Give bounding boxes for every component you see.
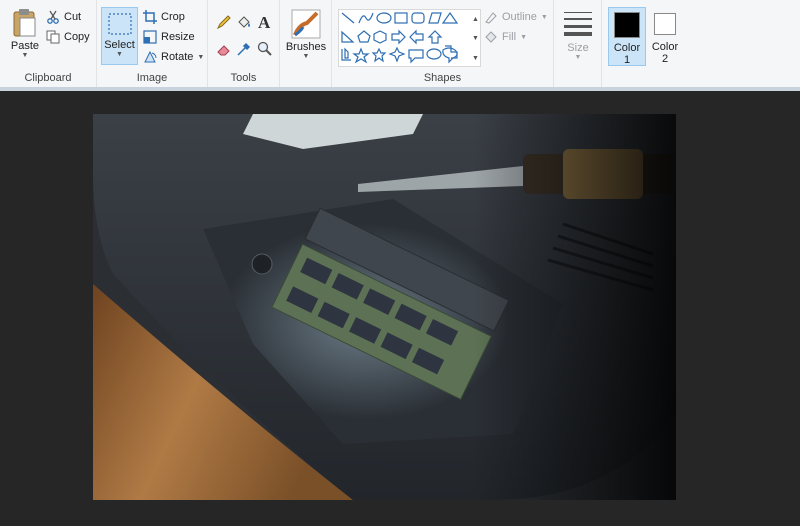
brushes-label: Brushes [285,41,327,53]
color-picker-icon[interactable] [236,41,252,57]
shapes-gallery: ▲ ▼ ▼ [338,9,481,67]
shapes-group-label: Shapes [423,72,462,84]
cut-icon [47,10,59,24]
copy-button[interactable]: Copy [46,28,90,46]
chevron-down-icon[interactable]: ▼ [541,14,548,21]
size-button[interactable]: Size ▼ [560,8,596,66]
text-icon[interactable]: A [257,13,273,31]
chevron-down-icon[interactable]: ▼ [520,34,527,41]
fill-label: Fill [502,31,517,43]
resize-icon [143,30,157,44]
tools-group: A Tools [208,0,280,87]
eraser-icon[interactable] [216,41,232,57]
tools-group-label: Tools [230,72,257,84]
crop-icon [143,10,157,24]
select-icon [107,13,132,35]
clipboard-group: Paste ▼ Cut Copy Clipboard [0,0,97,87]
ribbon-toolbar: Paste ▼ Cut Copy Clipboard Select ▼ Crop… [0,0,800,88]
image-group: Select ▼ Crop Resize Rotate ▼ Image [97,0,208,87]
svg-text:▼: ▼ [472,55,479,62]
canvas-photo [93,114,676,500]
fill-bucket-icon[interactable] [236,14,252,30]
image-group-label: Image [136,72,168,84]
color2-label: Color [651,41,679,53]
pencil-icon[interactable] [216,14,232,30]
drawing-canvas[interactable] [93,114,676,500]
chevron-down-icon[interactable]: ▼ [284,53,328,60]
ribbon-border [0,87,800,91]
clipboard-group-label: Clipboard [24,72,72,84]
select-label: Select [104,39,135,51]
color1-swatch [614,12,640,38]
svg-text:A: A [258,13,271,31]
outline-icon [485,12,497,24]
brushes-button[interactable]: Brushes ▼ [284,7,328,65]
paste-label: Paste [10,40,40,52]
fill-icon [485,31,497,43]
color2-swatch [654,13,676,35]
color1-button[interactable]: Color 1 [608,7,646,66]
svg-text:▼: ▼ [472,35,479,42]
cut-label: Cut [64,11,82,23]
crop-button[interactable]: Crop [143,8,185,26]
shapes-gallery-icons: ▲ ▼ ▼ [341,11,479,64]
select-button[interactable]: Select ▼ [101,7,138,65]
magnifier-icon[interactable] [257,41,273,57]
fill-button[interactable]: Fill ▼ [484,28,527,46]
chevron-down-icon[interactable]: ▼ [197,54,204,61]
svg-text:▲: ▲ [472,16,479,23]
brushes-group: Brushes ▼ [280,0,332,87]
color2-button[interactable]: Color 2 [648,7,682,66]
size-icon [564,12,592,36]
copy-label: Copy [64,31,90,43]
chevron-down-icon[interactable]: ▼ [102,51,137,58]
brush-icon [291,9,321,39]
color2-number: 2 [661,53,669,65]
copy-icon [46,30,60,44]
rotate-icon [144,50,157,63]
chevron-down-icon[interactable]: ▼ [560,54,596,61]
cut-button[interactable]: Cut [46,8,81,26]
paste-icon [13,9,36,37]
chevron-down-icon[interactable]: ▼ [6,52,44,59]
outline-button[interactable]: Outline ▼ [484,8,548,26]
color1-number: 1 [623,54,631,66]
size-label: Size [567,42,589,54]
crop-label: Crop [161,11,185,23]
color1-label: Color [613,42,641,54]
size-group: Size ▼ [554,0,602,87]
rotate-label: Rotate [161,51,194,63]
paste-button[interactable]: Paste ▼ [6,6,44,64]
resize-button[interactable]: Resize [143,28,195,46]
rotate-button[interactable]: Rotate ▼ [143,48,204,66]
outline-label: Outline [502,11,537,23]
resize-label: Resize [161,31,195,43]
